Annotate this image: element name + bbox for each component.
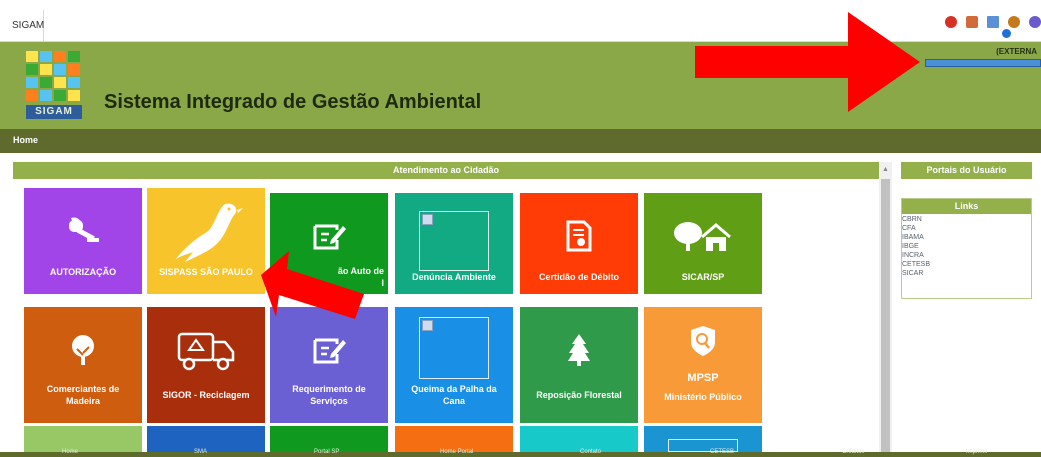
link-sicar[interactable]: SICAR bbox=[902, 269, 1031, 278]
scroll-thumb[interactable] bbox=[881, 179, 890, 457]
tile-denuncia[interactable]: Denúncia Ambiente bbox=[395, 193, 513, 294]
sigam-logo: SIGAM bbox=[26, 51, 82, 119]
tile-row3-5[interactable] bbox=[520, 426, 638, 452]
app-name: SIGAM bbox=[0, 10, 44, 42]
nav-home-link[interactable]: Home bbox=[13, 135, 38, 145]
tile-label: Ministério Público bbox=[664, 392, 742, 402]
tree-icon bbox=[24, 325, 142, 375]
tile-queima[interactable]: Queima da Palha da Cana bbox=[395, 307, 513, 423]
settings-icon[interactable] bbox=[1029, 16, 1041, 28]
footer-creditos[interactable]: Créditos bbox=[842, 449, 864, 455]
footer-bar: Home SMA Portal SP Home Portal Contato C… bbox=[0, 449, 1041, 457]
footer-home[interactable]: Home bbox=[62, 449, 78, 455]
links-title: Links bbox=[902, 199, 1031, 214]
panel-title: Atendimento ao Cidadão bbox=[13, 162, 879, 179]
link-cetesb[interactable]: CETESB bbox=[902, 260, 1031, 269]
footer-imprimir[interactable]: Imprimir bbox=[966, 449, 988, 455]
recycle-truck-icon bbox=[147, 325, 265, 375]
tile-label: Denúncia Ambiente bbox=[412, 272, 496, 282]
tile-label: SIGOR - Reciclagem bbox=[162, 390, 250, 400]
tile-comerciantes[interactable]: Comerciantes de Madeira bbox=[24, 307, 142, 423]
link-cbrn[interactable]: CBRN bbox=[902, 215, 1031, 224]
annotation-arrow-right bbox=[695, 12, 920, 112]
tile-mpsp[interactable]: MPSP Ministério Público bbox=[644, 307, 762, 423]
tile-label: Queima da Palha da Cana bbox=[411, 384, 497, 406]
tile-label: Certidão de Débito bbox=[538, 272, 619, 282]
farm-icon bbox=[644, 211, 762, 261]
tile-row3-6[interactable] bbox=[644, 426, 762, 452]
tile-sispass[interactable]: SISPASS SÃO PAULO bbox=[147, 188, 265, 294]
edit-document-icon bbox=[270, 325, 388, 375]
certificate-icon bbox=[520, 211, 638, 261]
search-badge-icon bbox=[644, 321, 762, 361]
home-icon[interactable] bbox=[966, 16, 978, 28]
footer-sma[interactable]: SMA bbox=[194, 449, 207, 455]
links-panel: Links CBRN CFA IBAMA IBGE INCRA CETESB S… bbox=[901, 198, 1032, 299]
user-icon[interactable] bbox=[1008, 16, 1020, 28]
tile-sigor[interactable]: SIGOR - Reciclagem bbox=[147, 307, 265, 423]
footer-home-portal[interactable]: Home Portal bbox=[440, 449, 473, 455]
user-name-field[interactable] bbox=[925, 59, 1041, 67]
pine-tree-icon bbox=[520, 325, 638, 375]
scroll-up-icon[interactable]: ▲ bbox=[882, 166, 889, 173]
mail-icon[interactable] bbox=[987, 16, 999, 28]
logo-text: SIGAM bbox=[26, 105, 82, 119]
page-title: Sistema Integrado de Gestão Ambiental bbox=[104, 91, 482, 113]
tile-label: SICAR/SP bbox=[681, 272, 725, 282]
link-ibama[interactable]: IBAMA bbox=[902, 233, 1031, 242]
link-cfa[interactable]: CFA bbox=[902, 224, 1031, 233]
tile-autorizacao[interactable]: AUTORIZAÇÃO bbox=[24, 188, 142, 294]
annotation-arrow-left bbox=[261, 251, 364, 319]
help-icon[interactable] bbox=[1002, 29, 1011, 38]
footer-cetesb[interactable]: CETESB bbox=[710, 449, 734, 455]
gavel-icon bbox=[24, 206, 142, 256]
main-scrollbar[interactable]: ▲ bbox=[879, 162, 892, 457]
link-incra[interactable]: INCRA bbox=[902, 251, 1031, 260]
tile-label: Reposição Florestal bbox=[536, 390, 622, 400]
footer-portal-sp[interactable]: Portal SP bbox=[314, 449, 339, 455]
links-list: CBRN CFA IBAMA IBGE INCRA CETESB SICAR bbox=[902, 214, 1031, 278]
tile-row3-1[interactable] bbox=[24, 426, 142, 452]
tile-label: Comerciantes de Madeira bbox=[46, 384, 120, 406]
tile-sicar[interactable]: SICAR/SP bbox=[644, 193, 762, 294]
tile-label: Requerimento de Serviços bbox=[292, 384, 366, 406]
close-icon[interactable] bbox=[945, 16, 957, 28]
tile-label: SISPASS SÃO PAULO bbox=[159, 267, 253, 277]
tile-reposicao[interactable]: Reposição Florestal bbox=[520, 307, 638, 423]
link-ibge[interactable]: IBGE bbox=[902, 242, 1031, 251]
tile-label: AUTORIZAÇÃO bbox=[49, 267, 117, 277]
user-type-label: (EXTERNA bbox=[996, 47, 1037, 56]
portals-title: Portais do Usuário bbox=[901, 162, 1032, 179]
tile-certidao[interactable]: Certidão de Débito bbox=[520, 193, 638, 294]
breadcrumb-bar: Home bbox=[0, 129, 1041, 153]
image-placeholder bbox=[419, 317, 489, 379]
footer-contato[interactable]: Contato bbox=[580, 449, 601, 455]
top-icons bbox=[945, 16, 1041, 34]
